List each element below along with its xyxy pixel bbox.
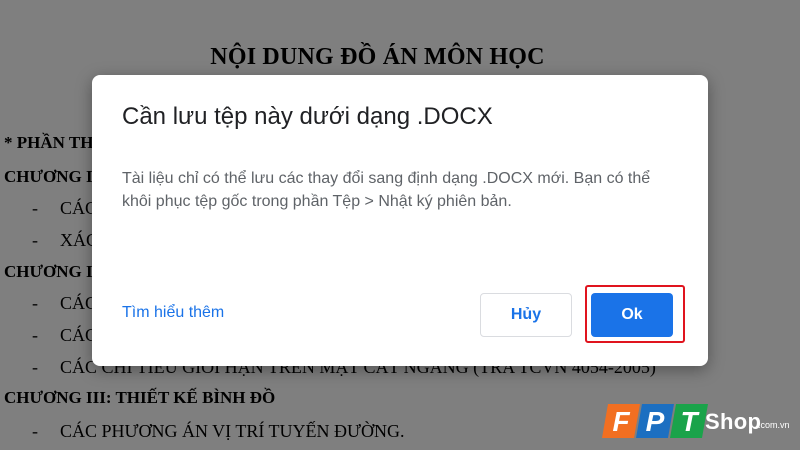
dialog-title: Cần lưu tệp này dưới dạng .DOCX: [122, 103, 493, 130]
ok-highlight-frame: [585, 285, 685, 343]
logo-letter-p: P: [646, 406, 665, 437]
cancel-button[interactable]: Hủy: [480, 293, 572, 337]
dialog-message: Tài liệu chỉ có thể lưu các thay đổi san…: [122, 170, 651, 210]
logo-letter-t: T: [680, 406, 700, 437]
logo-brand-text: Shop: [705, 409, 762, 434]
logo-letter-f: F: [612, 406, 630, 437]
logo-domain-text: .com.vn: [758, 420, 790, 430]
learn-more-link[interactable]: Tìm hiểu thêm: [122, 304, 224, 322]
logo-tile-f: F: [602, 404, 640, 438]
logo-tile-p: P: [636, 404, 674, 438]
logo-tile-t: T: [670, 404, 708, 438]
